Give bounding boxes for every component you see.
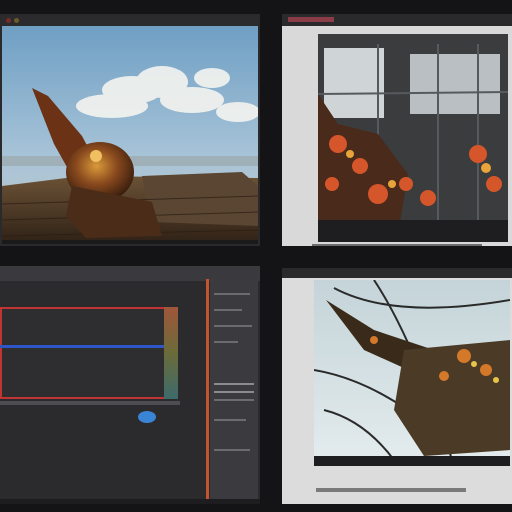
properties-sidebar xyxy=(210,279,258,503)
editor-panel xyxy=(0,266,260,504)
photo-caption-line xyxy=(312,244,482,246)
panel-header xyxy=(282,268,512,278)
property-row[interactable] xyxy=(214,293,250,295)
property-row[interactable] xyxy=(214,383,254,385)
closeup-photo-image xyxy=(313,279,511,467)
panel-divider[interactable] xyxy=(206,279,209,503)
window-minimize-icon[interactable] xyxy=(14,18,19,23)
workshop-photo-image xyxy=(317,34,509,242)
panel-header xyxy=(282,14,512,26)
property-row[interactable] xyxy=(214,391,254,393)
reference-photo-panel-workshop xyxy=(282,14,512,246)
property-row[interactable] xyxy=(214,419,246,421)
reference-photo-panel-closeup xyxy=(282,268,512,504)
window-close-icon[interactable] xyxy=(6,18,11,23)
editor-viewport[interactable] xyxy=(0,307,168,399)
property-row[interactable] xyxy=(214,325,252,327)
render-preview-panel xyxy=(0,14,260,246)
property-row[interactable] xyxy=(214,309,242,311)
color-strip xyxy=(164,307,178,399)
playhead-line[interactable] xyxy=(0,345,168,348)
airship-render-image xyxy=(2,26,258,244)
property-row[interactable] xyxy=(214,399,254,401)
photo-frame xyxy=(313,279,511,467)
property-row[interactable] xyxy=(214,449,250,451)
photo-frame xyxy=(317,34,509,242)
panel-toolbar xyxy=(2,16,258,26)
timeline-track[interactable] xyxy=(0,401,180,405)
photo-caption-line xyxy=(316,488,466,492)
status-bar xyxy=(0,499,260,504)
keyframe-marker[interactable] xyxy=(138,411,156,423)
panel-title-bar xyxy=(288,17,334,22)
property-row[interactable] xyxy=(214,341,238,343)
